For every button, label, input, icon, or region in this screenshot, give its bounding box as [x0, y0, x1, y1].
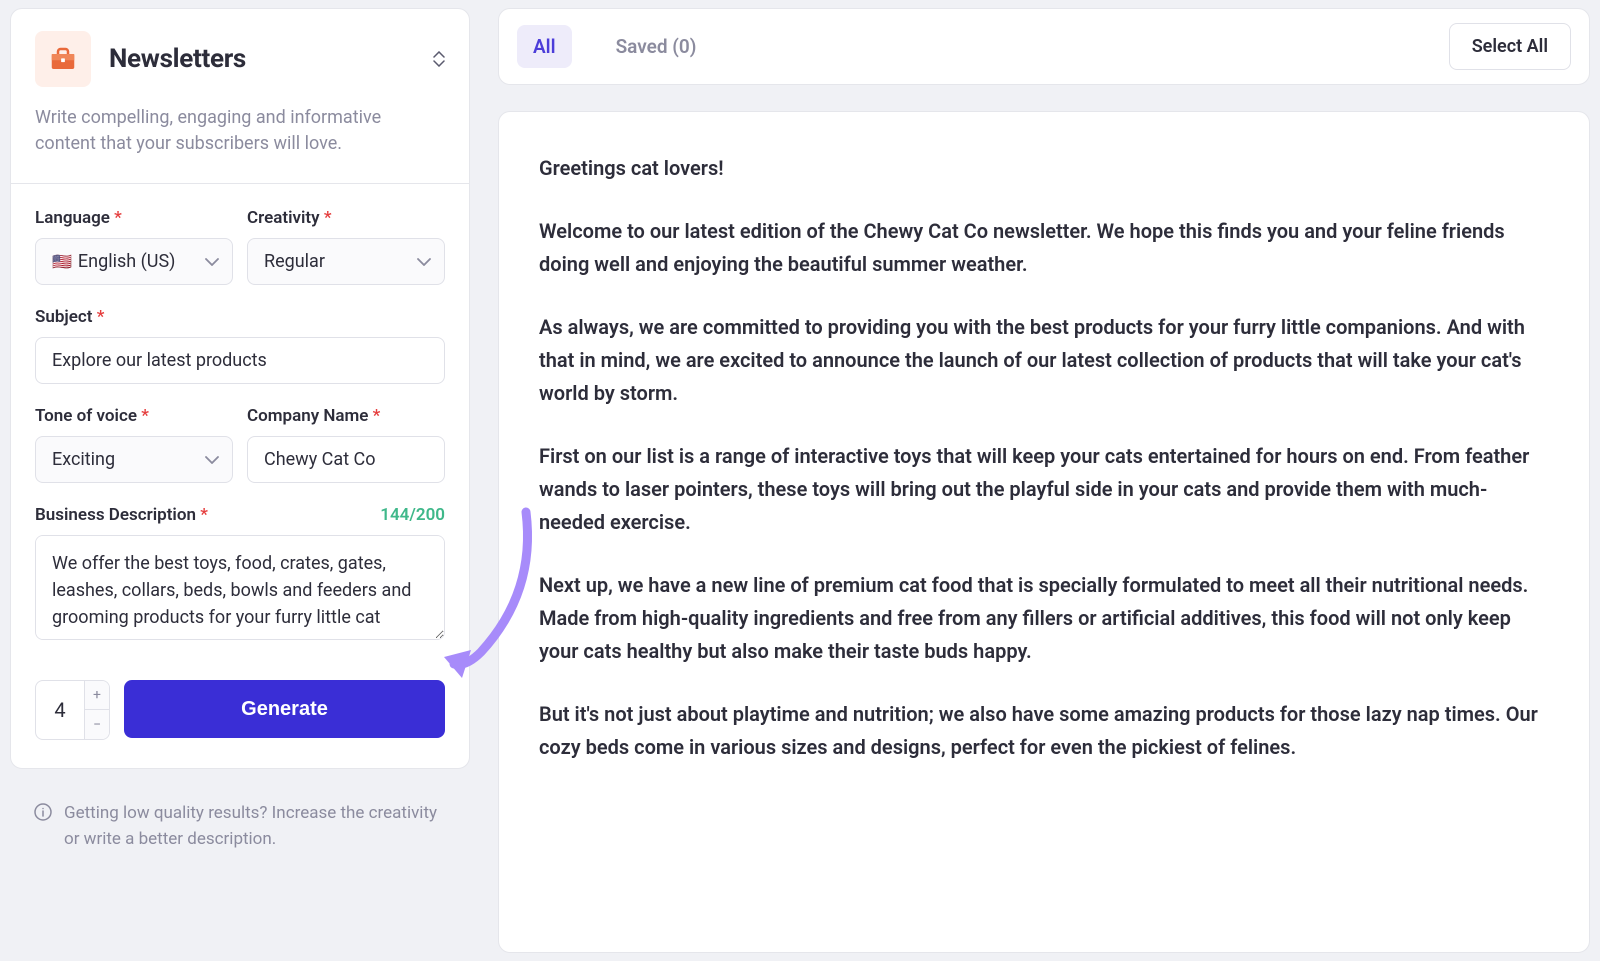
result-paragraph: Greetings cat lovers!: [539, 152, 1549, 185]
company-input[interactable]: [247, 436, 445, 483]
result-card[interactable]: Greetings cat lovers! Welcome to our lat…: [498, 111, 1590, 953]
char-count: 144/200: [380, 505, 445, 525]
quantity-stepper[interactable]: 4 + −: [35, 680, 110, 740]
result-paragraph: Welcome to our latest edition of the Che…: [539, 215, 1549, 281]
description-label: Business Description *: [35, 505, 208, 525]
subject-input[interactable]: [35, 337, 445, 384]
page-description: Write compelling, engaging and informati…: [35, 105, 445, 157]
tone-select[interactable]: Exciting: [35, 436, 233, 483]
result-paragraph: Next up, we have a new line of premium c…: [539, 569, 1549, 668]
template-switcher[interactable]: [433, 51, 445, 67]
quantity-increment[interactable]: +: [85, 681, 109, 710]
tone-label: Tone of voice *: [35, 406, 233, 426]
result-paragraph: As always, we are committed to providing…: [539, 311, 1549, 410]
generate-button[interactable]: Generate: [124, 680, 445, 738]
creativity-label: Creativity *: [247, 208, 445, 228]
info-icon: [34, 803, 52, 830]
language-select[interactable]: 🇺🇸 English (US): [35, 238, 233, 285]
newsletters-icon: [35, 31, 91, 87]
quantity-value: 4: [36, 681, 84, 739]
result-paragraph: First on our list is a range of interact…: [539, 440, 1549, 539]
quantity-decrement[interactable]: −: [85, 710, 109, 739]
description-textarea[interactable]: [35, 535, 445, 640]
tab-saved[interactable]: Saved (0): [600, 25, 713, 68]
company-label: Company Name *: [247, 406, 445, 426]
tip-text: Getting low quality results? Increase th…: [64, 801, 446, 852]
creativity-select[interactable]: Regular: [247, 238, 445, 285]
select-all-button[interactable]: Select All: [1449, 23, 1571, 70]
language-label: Language *: [35, 208, 233, 228]
flag-icon: 🇺🇸: [52, 252, 72, 271]
result-paragraph: But it's not just about playtime and nut…: [539, 698, 1549, 764]
tab-all[interactable]: All: [517, 25, 572, 68]
subject-label: Subject *: [35, 307, 445, 327]
page-title: Newsletters: [109, 44, 246, 74]
